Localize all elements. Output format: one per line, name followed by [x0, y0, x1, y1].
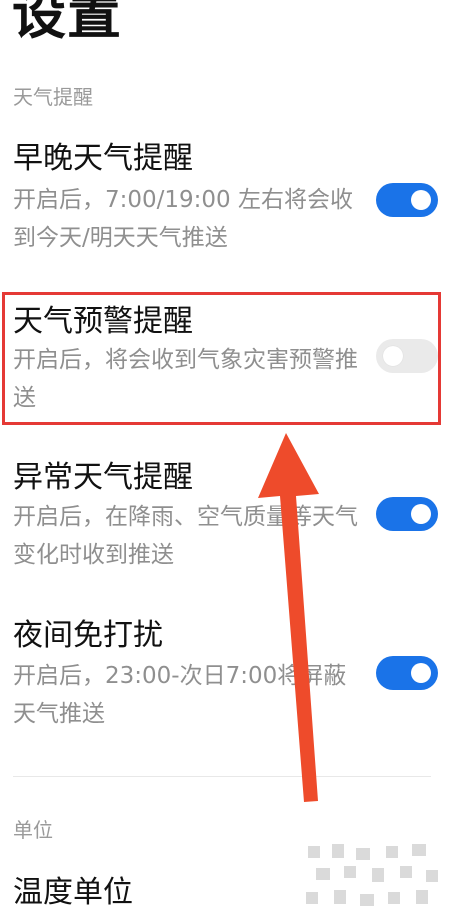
abnormal-weather-toggle[interactable] [376, 497, 438, 531]
item-description: 开启后，7:00/19:00 左右将会收到今天/明天天气推送 [13, 187, 353, 251]
setting-item-abnormal-weather[interactable]: 异常天气提醒 开启后，在降雨、空气质量等天气变化时收到推送 [0, 459, 450, 579]
item-title: 异常天气提醒 [13, 460, 193, 495]
setting-item-morning-evening[interactable]: 早晚天气提醒 开启后，7:00/19:00 左右将会收到今天/明天天气推送 [0, 140, 450, 270]
page-title: 设置 [12, 0, 122, 46]
item-description: 开启后，23:00-次日7:00将屏蔽天气推送 [13, 663, 347, 727]
toggle-knob [411, 663, 431, 683]
section-header-weather: 天气提醒 [13, 85, 93, 109]
highlight-box [2, 292, 441, 425]
toggle-knob [411, 190, 431, 210]
toggle-knob [411, 504, 431, 524]
morning-evening-toggle[interactable] [376, 183, 438, 217]
night-dnd-toggle[interactable] [376, 656, 438, 690]
setting-item-night-dnd[interactable]: 夜间免打扰 开启后，23:00-次日7:00将屏蔽天气推送 [0, 617, 450, 737]
item-description: 开启后，在降雨、空气质量等天气变化时收到推送 [13, 504, 358, 568]
watermark-icon [298, 838, 450, 921]
section-divider [13, 776, 431, 777]
item-title: 温度单位 [13, 875, 133, 910]
item-title: 夜间免打扰 [13, 618, 163, 653]
section-header-unit: 单位 [13, 818, 53, 842]
item-title: 早晚天气提醒 [13, 141, 193, 176]
